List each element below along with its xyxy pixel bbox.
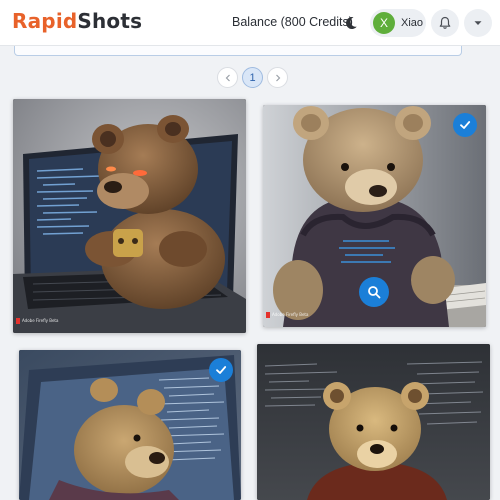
account-dropdown-button[interactable] — [464, 9, 492, 37]
chevron-left-icon — [225, 74, 230, 81]
username-label: Xiao — [401, 17, 424, 29]
logo-text-rapid: Rapid — [12, 9, 78, 33]
app-logo[interactable]: Rapid Shots — [12, 9, 142, 33]
avatar: X — [373, 12, 395, 34]
chevron-down-icon — [474, 21, 482, 25]
image-watermark: Adobe Firefly Beta — [22, 318, 59, 323]
top-navbar: Rapid Shots Balance (800 Credits) X Xiao — [0, 0, 500, 46]
check-icon — [460, 121, 471, 129]
logo-text-shots: Shots — [77, 9, 143, 33]
moon-icon[interactable] — [342, 14, 360, 32]
gallery-image-card[interactable] — [257, 344, 490, 500]
gallery-image — [19, 350, 241, 500]
selected-check-badge[interactable] — [453, 113, 477, 137]
gallery-image-card[interactable]: Adobe Firefly Beta — [13, 99, 246, 333]
zoom-image-button[interactable] — [359, 277, 389, 307]
credit-balance: Balance (800 Credits) — [232, 15, 353, 29]
notifications-button[interactable] — [431, 9, 459, 37]
chevron-right-icon — [275, 74, 280, 81]
selected-check-badge[interactable] — [209, 358, 233, 382]
gallery-image — [13, 99, 246, 333]
pagination-next-button[interactable] — [267, 67, 288, 88]
gallery-image-card[interactable]: Adobe Firefly Beta — [263, 105, 486, 327]
user-menu-button[interactable]: X Xiao — [370, 9, 426, 37]
gallery-image-card[interactable] — [19, 350, 241, 500]
image-watermark: Adobe Firefly Beta — [272, 312, 309, 317]
search-icon — [368, 286, 381, 299]
pagination-prev-button[interactable] — [217, 67, 238, 88]
gallery-image — [257, 344, 490, 500]
check-icon — [216, 366, 227, 374]
bell-icon — [439, 16, 451, 29]
pagination-page-current[interactable]: 1 — [242, 67, 263, 88]
